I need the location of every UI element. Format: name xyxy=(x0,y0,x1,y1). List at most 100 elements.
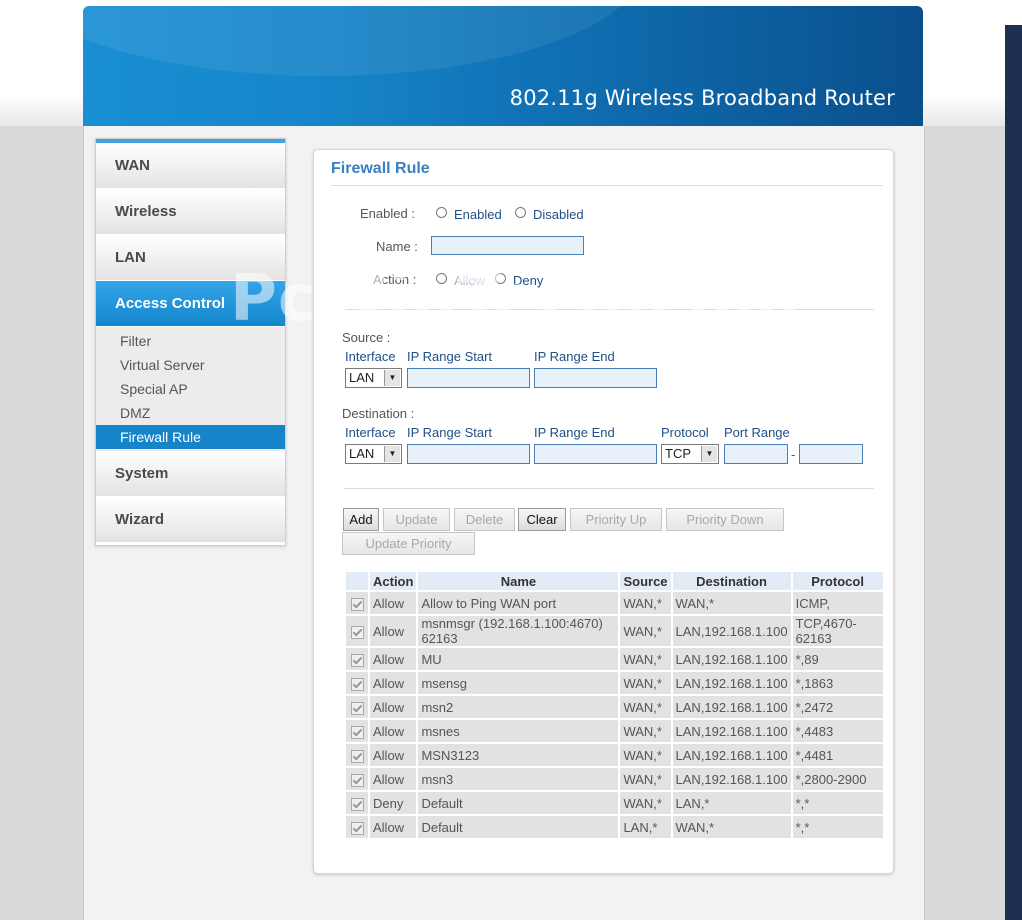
cell-destination: WAN,* xyxy=(672,816,791,838)
sidebar-subitem-virtual-server[interactable]: Virtual Server xyxy=(96,353,285,377)
action-label: Action : xyxy=(373,272,417,287)
access-control-submenu: Filter Virtual Server Special AP DMZ Fir… xyxy=(96,327,285,451)
cell-action: Allow xyxy=(370,768,417,790)
sidebar-item-lan[interactable]: LAN xyxy=(96,235,285,281)
row-checkbox[interactable] xyxy=(350,725,364,739)
enabled-label: Enabled : xyxy=(360,206,415,221)
table-row[interactable]: Allow msensg WAN,* LAN,192.168.1.100 *,1863 xyxy=(346,672,883,694)
table-row[interactable]: Allow Default LAN,* WAN,* *,* xyxy=(346,816,883,838)
row-checkbox[interactable] xyxy=(350,677,364,691)
destination-ip-start-input[interactable] xyxy=(407,444,530,464)
sidebar-subitem-filter[interactable]: Filter xyxy=(96,329,285,353)
destination-interface-select[interactable]: LAN ▼ xyxy=(345,444,402,464)
source-interface-select[interactable]: LAN ▼ xyxy=(345,368,402,388)
table-row[interactable]: Allow msnmsgr (192.168.1.100:4670) 62163 W… xyxy=(346,616,883,646)
cell-source: WAN,* xyxy=(620,768,671,790)
allow-option-label: Allow xyxy=(454,273,486,288)
cell-protocol: *,2472 xyxy=(792,696,883,718)
disabled-radio[interactable] xyxy=(515,207,526,218)
row-checkbox[interactable] xyxy=(350,821,364,835)
cell-name: Default xyxy=(418,792,619,814)
name-label: Name : xyxy=(376,239,418,254)
source-ip-end-label: IP Range End xyxy=(534,349,615,364)
delete-button[interactable]: Delete xyxy=(454,508,515,531)
source-ip-start-label: IP Range Start xyxy=(407,349,493,364)
source-ip-start-input[interactable] xyxy=(407,368,530,388)
cell-source: WAN,* xyxy=(620,744,671,766)
sidebar-subitem-firewall-rule[interactable]: Firewall Rule xyxy=(96,425,285,449)
header-banner: 802.11g Wireless Broadband Router xyxy=(83,6,923,126)
cell-destination: LAN,192.168.1.100 xyxy=(672,672,791,694)
table-row[interactable]: Allow msn2 WAN,* LAN,192.168.1.100 *,2472 xyxy=(346,696,883,718)
firewall-rules-table: Action Name Source Destination Protocol … xyxy=(344,570,885,840)
priority-up-button[interactable]: Priority Up xyxy=(570,508,662,531)
row-select-cell xyxy=(346,648,368,670)
row-select-cell xyxy=(346,768,368,790)
cell-name: msn2 xyxy=(418,696,619,718)
row-checkbox[interactable] xyxy=(350,597,364,611)
cell-name: Allow to Ping WAN port xyxy=(418,592,619,614)
row-select-cell xyxy=(346,816,368,838)
cell-name: msn3 xyxy=(418,768,619,790)
source-interface-value: LAN xyxy=(349,370,375,385)
cell-protocol: TCP,4670-62163 xyxy=(792,616,883,646)
cell-name: msensg xyxy=(418,672,619,694)
table-row[interactable]: Allow MU WAN,* LAN,192.168.1.100 *,89 xyxy=(346,648,883,670)
chevron-down-icon: ▼ xyxy=(384,446,400,462)
cell-source: WAN,* xyxy=(620,672,671,694)
sidebar-item-wan[interactable]: WAN xyxy=(96,143,285,189)
cell-name: MU xyxy=(418,648,619,670)
update-button[interactable]: Update xyxy=(383,508,450,531)
cell-action: Allow xyxy=(370,720,417,742)
cell-name: Default xyxy=(418,816,619,838)
add-button[interactable]: Add xyxy=(343,508,379,531)
cell-protocol: ICMP, xyxy=(792,592,883,614)
sidebar-item-access-control[interactable]: Access Control xyxy=(96,281,285,327)
chevron-down-icon: ▼ xyxy=(701,446,717,462)
sidebar-subitem-dmz[interactable]: DMZ xyxy=(96,401,285,425)
row-checkbox[interactable] xyxy=(350,701,364,715)
sidebar-item-wizard[interactable]: Wizard xyxy=(96,497,285,543)
row-checkbox[interactable] xyxy=(350,797,364,811)
table-row[interactable]: Allow MSN3123 WAN,* LAN,192.168.1.100 *,4481 xyxy=(346,744,883,766)
section-divider-1 xyxy=(344,309,874,310)
protocol-select[interactable]: TCP ▼ xyxy=(661,444,719,464)
right-edge-strip xyxy=(1005,0,1022,920)
clear-button[interactable]: Clear xyxy=(518,508,566,531)
page-title: Firewall Rule xyxy=(331,160,430,177)
sidebar-subitem-special-ap[interactable]: Special AP xyxy=(96,377,285,401)
allow-radio[interactable] xyxy=(436,273,447,284)
row-checkbox[interactable] xyxy=(350,749,364,763)
source-ip-end-input[interactable] xyxy=(534,368,657,388)
table-row[interactable]: Allow msnes WAN,* LAN,192.168.1.100 *,4483 xyxy=(346,720,883,742)
cell-action: Deny xyxy=(370,792,417,814)
table-row[interactable]: Deny Default WAN,* LAN,* *,* xyxy=(346,792,883,814)
sidebar-item-wireless[interactable]: Wireless xyxy=(96,189,285,235)
protocol-value: TCP xyxy=(665,446,691,461)
row-select-cell xyxy=(346,696,368,718)
cell-action: Allow xyxy=(370,592,417,614)
priority-down-button[interactable]: Priority Down xyxy=(666,508,784,531)
deny-radio[interactable] xyxy=(495,273,506,284)
table-header-source: Source xyxy=(620,572,671,590)
cell-action: Allow xyxy=(370,648,417,670)
destination-ip-end-input[interactable] xyxy=(534,444,657,464)
cell-name: MSN3123 xyxy=(418,744,619,766)
rule-name-input[interactable] xyxy=(431,236,584,255)
table-row[interactable]: Allow Allow to Ping WAN port WAN,* WAN,* ICM… xyxy=(346,592,883,614)
sidebar-item-system[interactable]: System xyxy=(96,451,285,497)
row-checkbox[interactable] xyxy=(350,625,364,639)
enabled-radio[interactable] xyxy=(436,207,447,218)
cell-source: WAN,* xyxy=(620,592,671,614)
protocol-label: Protocol xyxy=(661,425,709,440)
port-range-start-input[interactable] xyxy=(724,444,788,464)
row-checkbox[interactable] xyxy=(350,653,364,667)
port-range-end-input[interactable] xyxy=(799,444,863,464)
table-row[interactable]: Allow msn3 WAN,* LAN,192.168.1.100 *,2800-29… xyxy=(346,768,883,790)
update-priority-button[interactable]: Update Priority xyxy=(342,532,475,555)
cell-source: WAN,* xyxy=(620,696,671,718)
row-select-cell xyxy=(346,616,368,646)
cell-action: Allow xyxy=(370,616,417,646)
title-divider xyxy=(331,185,883,186)
row-checkbox[interactable] xyxy=(350,773,364,787)
